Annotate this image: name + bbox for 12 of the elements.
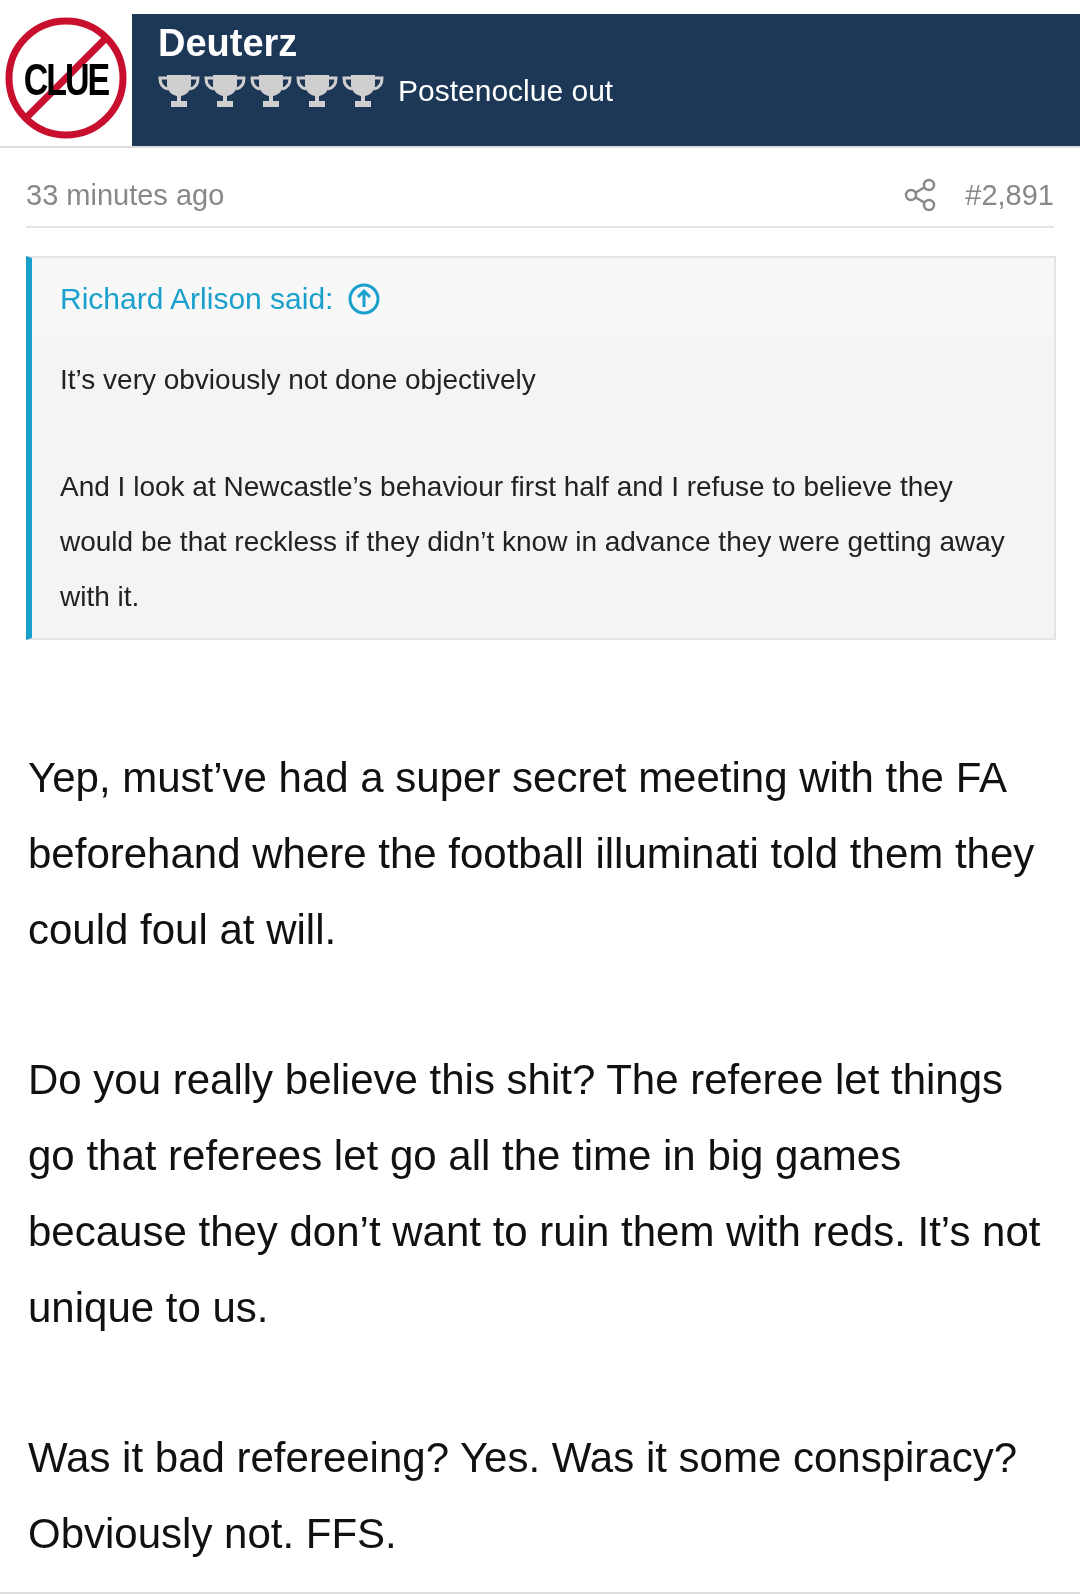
arrow-up-icon[interactable]: [347, 282, 382, 316]
quote-text: It’s very obviously not done objectively: [60, 363, 537, 397]
user-title: Postenoclue out: [398, 74, 614, 108]
post-number[interactable]: #2,891: [965, 178, 1054, 212]
post-time[interactable]: 33 minutes ago: [26, 178, 225, 212]
quote-attribution[interactable]: Richard Arlison said:: [60, 282, 334, 316]
username[interactable]: Deuterz: [158, 22, 1054, 65]
post-text: Yep, must’ve had a super secret meeting with the FA beforehand where the football illuminati told them they could foul at will.: [28, 753, 1036, 955]
quote-text: And I look at Newcastle’s behaviour first half and I refuse to believe they would be that reckless if they didn’t know in advance they were getting away with it.: [60, 470, 1006, 614]
post-text: Do you really believe this shit? The referee let things go that referees let go all the time in big games because they don’t want to ruin them with reds. It’s not unique to us.: [28, 1055, 1042, 1333]
share-icon[interactable]: [903, 178, 938, 212]
post-text: Was it bad refereeing? Yes. Was it some conspiracy? Obviously not. FFS.: [28, 1433, 1019, 1559]
